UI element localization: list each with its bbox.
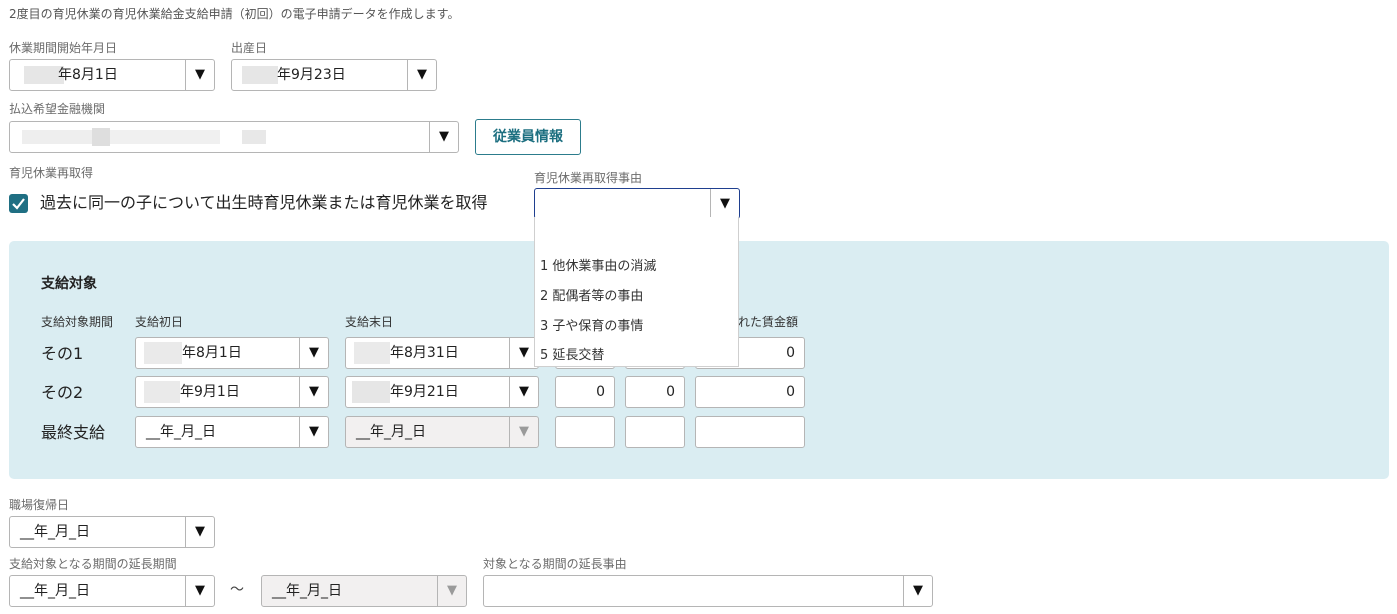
chevron-down-icon: ▼: [185, 60, 214, 90]
row-label: その1: [41, 344, 84, 363]
chevron-down-icon: ▼: [299, 338, 328, 368]
return-date-select[interactable]: __年_月_日 ▼: [9, 516, 215, 548]
wage-input[interactable]: 0: [695, 376, 805, 408]
extension-from-select[interactable]: __年_月_日 ▼: [9, 575, 215, 607]
wage-input[interactable]: [695, 416, 805, 448]
extension-from-value: __年_月_日: [20, 583, 90, 599]
last-day-select[interactable]: 年9月21日 ▼: [345, 376, 539, 408]
redacted-bank: [242, 130, 266, 144]
redacted-year: [242, 66, 278, 84]
birth-date-select[interactable]: 年9月23日 ▼: [231, 59, 437, 91]
payment-title: 支給対象: [41, 276, 97, 292]
header-last-day: 支給末日: [345, 315, 394, 329]
reacquire-checkbox[interactable]: [9, 194, 28, 213]
reacquire-label: 育児休業再取得: [9, 166, 94, 180]
chevron-down-icon: ▼: [710, 189, 739, 218]
chevron-down-icon: ▼: [185, 576, 214, 606]
leave-start-label: 休業期間開始年月日: [9, 41, 118, 55]
reacquire-reason-label: 育児休業再取得事由: [534, 171, 643, 185]
extension-to-select: __年_月_日 ▼: [261, 575, 467, 607]
leave-start-value: 年8月1日: [58, 67, 118, 83]
work-days-input[interactable]: 0: [625, 376, 685, 408]
chevron-down-icon: ▼: [407, 60, 436, 90]
first-day-value: 年8月1日: [182, 345, 242, 361]
first-day-value: __年_月_日: [146, 424, 216, 440]
work-days-input[interactable]: [625, 416, 685, 448]
chevron-down-icon: ▼: [299, 377, 328, 407]
extension-reason-label: 対象となる期間の延長事由: [483, 557, 627, 571]
reacquire-reason-dropdown: 1 他休業事由の消滅 2 配偶者等の事由 3 子や保育の事情 5 延長交替: [534, 217, 739, 367]
employee-info-button[interactable]: 従業員情報: [475, 119, 581, 155]
chevron-down-icon: ▼: [299, 417, 328, 447]
dropdown-option[interactable]: 5 延長交替: [540, 348, 604, 364]
chevron-down-icon: ▼: [429, 122, 458, 152]
reacquire-checkbox-text: 過去に同一の子について出生時育児休業または育児休業を取得: [40, 193, 488, 212]
dropdown-option[interactable]: 1 他休業事由の消滅: [540, 259, 656, 275]
bank-label: 払込希望金融機関: [9, 102, 106, 116]
leave-start-select[interactable]: 年8月1日 ▼: [9, 59, 215, 91]
birth-date-value: 年9月23日: [277, 67, 346, 83]
header-period: 支給対象期間: [41, 315, 114, 329]
chevron-down-icon: ▼: [509, 377, 538, 407]
bank-select[interactable]: ▼: [9, 121, 459, 153]
redacted-year: [352, 381, 390, 403]
dropdown-option[interactable]: 3 子や保育の事情: [540, 319, 643, 335]
redacted-year: [144, 342, 182, 364]
row-label: 最終支給: [41, 423, 106, 442]
header-first-day: 支給初日: [135, 315, 184, 329]
reacquire-reason-select[interactable]: ▼: [534, 188, 740, 219]
first-day-value: 年9月1日: [180, 384, 240, 400]
last-day-value: 年8月31日: [390, 345, 459, 361]
redacted-bank: [92, 128, 110, 146]
page-description: 2度目の育児休業の育児休業給金支給申請（初回）の電子申請データを作成します。: [9, 7, 460, 21]
chevron-down-icon: ▼: [437, 576, 466, 606]
return-date-label: 職場復帰日: [9, 498, 70, 512]
row-label: その2: [41, 383, 84, 402]
last-day-value: 年9月21日: [390, 384, 459, 400]
redacted-year: [354, 342, 390, 364]
redacted-bank: [110, 130, 220, 144]
extension-to-value: __年_月_日: [272, 583, 342, 599]
redacted-year: [144, 381, 180, 403]
days-input[interactable]: 0: [555, 376, 615, 408]
first-day-select[interactable]: 年9月1日 ▼: [135, 376, 329, 408]
last-day-value: __年_月_日: [356, 424, 426, 440]
range-tilde: 〜: [230, 582, 244, 598]
days-input[interactable]: [555, 416, 615, 448]
dropdown-option[interactable]: 2 配偶者等の事由: [540, 289, 643, 305]
check-icon: [12, 198, 25, 210]
extension-reason-select[interactable]: ▼: [483, 575, 933, 607]
chevron-down-icon: ▼: [903, 576, 932, 606]
birth-date-label: 出産日: [231, 41, 268, 55]
header-wage: れた賃金額: [738, 315, 799, 329]
last-day-select[interactable]: 年8月31日 ▼: [345, 337, 539, 369]
redacted-bank: [22, 130, 92, 144]
chevron-down-icon: ▼: [185, 517, 214, 547]
last-day-select: __年_月_日 ▼: [345, 416, 539, 448]
chevron-down-icon: ▼: [509, 417, 538, 447]
return-date-value: __年_月_日: [20, 524, 90, 540]
first-day-select[interactable]: 年8月1日 ▼: [135, 337, 329, 369]
first-day-select[interactable]: __年_月_日 ▼: [135, 416, 329, 448]
extension-label: 支給対象となる期間の延長期間: [9, 557, 177, 571]
